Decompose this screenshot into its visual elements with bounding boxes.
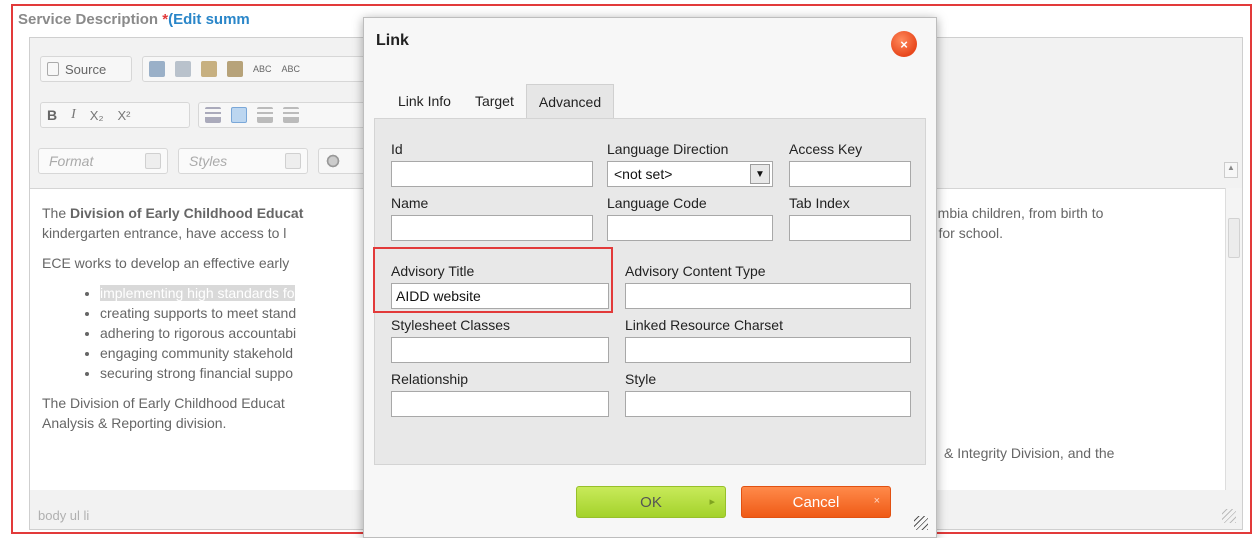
- language-direction-label: Language Direction: [607, 141, 729, 157]
- paste-icon[interactable]: [201, 61, 217, 77]
- relationship-field[interactable]: [391, 391, 609, 417]
- chevron-down-icon: [285, 153, 301, 169]
- indent-icon[interactable]: [283, 107, 299, 123]
- tab-advanced[interactable]: Advanced: [525, 84, 615, 118]
- maximize-icon[interactable]: [325, 153, 341, 169]
- language-direction-select[interactable]: <not set> ▼: [607, 161, 773, 187]
- tab-link-info[interactable]: Link Info: [386, 84, 463, 118]
- copy-icon[interactable]: [175, 61, 191, 77]
- styles-placeholder: Styles: [189, 153, 228, 169]
- close-small-icon: ×: [873, 495, 880, 507]
- para1-line2: kindergarten entrance, have access to l: [42, 225, 287, 241]
- advisory-content-type-field[interactable]: [625, 283, 911, 309]
- tab-index-label: Tab Index: [789, 195, 850, 211]
- paste-word-icon[interactable]: [227, 61, 243, 77]
- extra-toolbar: [318, 148, 368, 174]
- element-path[interactable]: body ul li: [38, 508, 89, 523]
- style-label: Style: [625, 371, 657, 387]
- para1-prefix: The: [42, 205, 71, 221]
- source-button[interactable]: Source: [40, 56, 132, 82]
- selected-text: implementing high standards fo: [100, 285, 295, 301]
- list-toolbar: [198, 102, 370, 128]
- page-title: Service Description *(Edit summ: [18, 11, 250, 28]
- italic-button[interactable]: I: [71, 107, 76, 123]
- para3-line1: The Division of Early Childhood Educat: [42, 395, 285, 411]
- superscript-button[interactable]: X²: [118, 108, 131, 123]
- source-icon: [47, 62, 59, 76]
- arrow-right-icon: ▸: [709, 496, 715, 508]
- styles-combo[interactable]: Styles: [178, 148, 308, 174]
- advisory-title-label: Advisory Title: [391, 263, 475, 279]
- close-icon[interactable]: ×: [891, 31, 917, 57]
- access-key-field[interactable]: [789, 161, 911, 187]
- style-field[interactable]: [625, 391, 911, 417]
- source-label: Source: [65, 61, 107, 77]
- advisory-title-field[interactable]: [391, 283, 609, 309]
- dialog-resize-handle-icon[interactable]: [914, 516, 928, 530]
- resize-handle-icon[interactable]: [1222, 509, 1236, 523]
- stylesheet-classes-field[interactable]: [391, 337, 609, 363]
- cancel-label: Cancel: [792, 493, 840, 511]
- language-code-field[interactable]: [607, 215, 773, 241]
- dialog-title: Link: [376, 32, 409, 49]
- format-combo[interactable]: Format: [38, 148, 168, 174]
- linked-resource-charset-field[interactable]: [625, 337, 911, 363]
- chevron-down-icon: [145, 153, 161, 169]
- dialog-footer: OK ▸ Cancel ×: [364, 466, 936, 538]
- language-code-label: Language Code: [607, 195, 707, 211]
- basic-styles-toolbar: B I X₂ X²: [40, 102, 190, 128]
- dialog-tabs: Link Info Target Advanced: [386, 84, 615, 118]
- para3-line2: Analysis & Reporting division.: [42, 415, 227, 431]
- heading-text: Service Description: [18, 11, 163, 28]
- advanced-panel: Id Language Direction <not set> ▼ Access…: [373, 118, 926, 465]
- id-label: Id: [391, 141, 403, 157]
- bold-button[interactable]: B: [47, 107, 57, 123]
- cancel-button[interactable]: Cancel ×: [741, 486, 891, 518]
- dropdown-arrow-icon: ▼: [750, 164, 770, 184]
- ok-button[interactable]: OK ▸: [576, 486, 726, 518]
- spellcheck-icon[interactable]: ABC: [253, 64, 272, 74]
- outdent-icon[interactable]: [257, 107, 273, 123]
- tab-index-field[interactable]: [789, 215, 911, 241]
- bulleted-list-icon[interactable]: [231, 107, 247, 123]
- language-direction-value: <not set>: [614, 166, 673, 182]
- tab-target[interactable]: Target: [463, 84, 526, 118]
- name-field[interactable]: [391, 215, 593, 241]
- advisory-content-type-label: Advisory Content Type: [625, 263, 766, 279]
- access-key-label: Access Key: [789, 141, 863, 157]
- spellcheck-as-you-type-icon[interactable]: ABC: [282, 64, 301, 74]
- numbered-list-icon[interactable]: [205, 107, 221, 123]
- name-label: Name: [391, 195, 429, 211]
- clipboard-toolbar: ABC ABC: [142, 56, 370, 82]
- subscript-button[interactable]: X₂: [90, 108, 104, 123]
- relationship-label: Relationship: [391, 371, 469, 387]
- link-dialog: Link × Link Info Target Advanced Id Lang…: [363, 17, 937, 538]
- para1-bold: Division of Early Childhood Educat: [70, 205, 304, 221]
- para3-right: & Integrity Division, and the: [944, 445, 1115, 461]
- edit-summary-link[interactable]: (Edit summ: [168, 11, 250, 28]
- linked-resource-charset-label: Linked Resource Charset: [625, 317, 783, 333]
- collapse-toolbar-icon[interactable]: ▲: [1224, 162, 1238, 178]
- ok-label: OK: [640, 493, 662, 511]
- editor-scrollbar[interactable]: [1225, 188, 1242, 490]
- scrollbar-thumb[interactable]: [1228, 218, 1240, 258]
- cut-icon[interactable]: [149, 61, 165, 77]
- format-placeholder: Format: [49, 153, 94, 169]
- para1-right: olumbia children, from birth to: [919, 205, 1104, 221]
- id-field[interactable]: [391, 161, 593, 187]
- stylesheet-classes-label: Stylesheet Classes: [391, 317, 511, 333]
